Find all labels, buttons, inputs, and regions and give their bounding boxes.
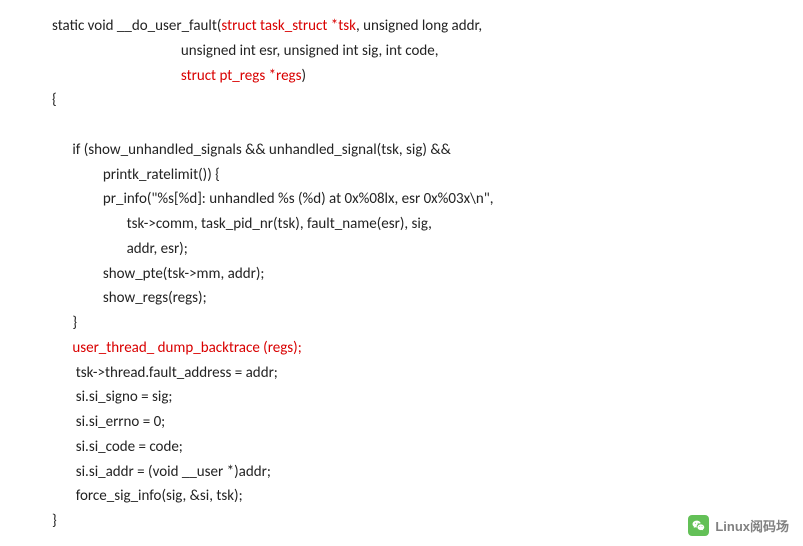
watermark-text: Linux阅码场 bbox=[715, 516, 789, 535]
code-line: printk_ratelimit()) { bbox=[52, 166, 220, 184]
code-line: addr, esr); bbox=[52, 240, 188, 258]
code-line: si.si_addr = (void __user *)addr; bbox=[52, 463, 271, 481]
code-line: } bbox=[52, 314, 77, 332]
code-line: pr_info("%s[%d]: unhandled %s (%d) at 0x… bbox=[52, 190, 494, 208]
code-line: unsigned int esr, unsigned int sig, int … bbox=[52, 42, 438, 60]
code-line: struct pt_regs *regs) bbox=[52, 67, 306, 85]
code-line: if (show_unhandled_signals && unhandled_… bbox=[52, 141, 451, 159]
param-highlight: struct pt_regs *regs bbox=[181, 67, 302, 85]
code-line: si.si_errno = 0; bbox=[52, 413, 165, 431]
code-line: tsk->thread.fault_address = addr; bbox=[52, 364, 278, 382]
code-block: static void __do_user_fault(struct task_… bbox=[0, 0, 803, 534]
watermark: Linux阅码场 bbox=[688, 515, 789, 536]
code-line: si.si_code = code; bbox=[52, 438, 183, 456]
code-line: user_thread_ dump_backtrace (regs); bbox=[52, 339, 302, 357]
code-line: { bbox=[52, 91, 57, 109]
code-line: show_regs(regs); bbox=[52, 289, 207, 307]
code-line: show_pte(tsk->mm, addr); bbox=[52, 265, 264, 283]
code-line: } bbox=[52, 512, 57, 530]
wechat-icon bbox=[688, 515, 709, 536]
param-highlight: struct task_struct *tsk bbox=[221, 17, 356, 35]
code-line: force_sig_info(sig, &si, tsk); bbox=[52, 487, 243, 505]
code-line: tsk->comm, task_pid_nr(tsk), fault_name(… bbox=[52, 215, 432, 233]
code-line: si.si_signo = sig; bbox=[52, 388, 172, 406]
code-line: static void __do_user_fault(struct task_… bbox=[52, 17, 482, 35]
added-call-highlight: user_thread_ dump_backtrace (regs); bbox=[72, 339, 301, 357]
